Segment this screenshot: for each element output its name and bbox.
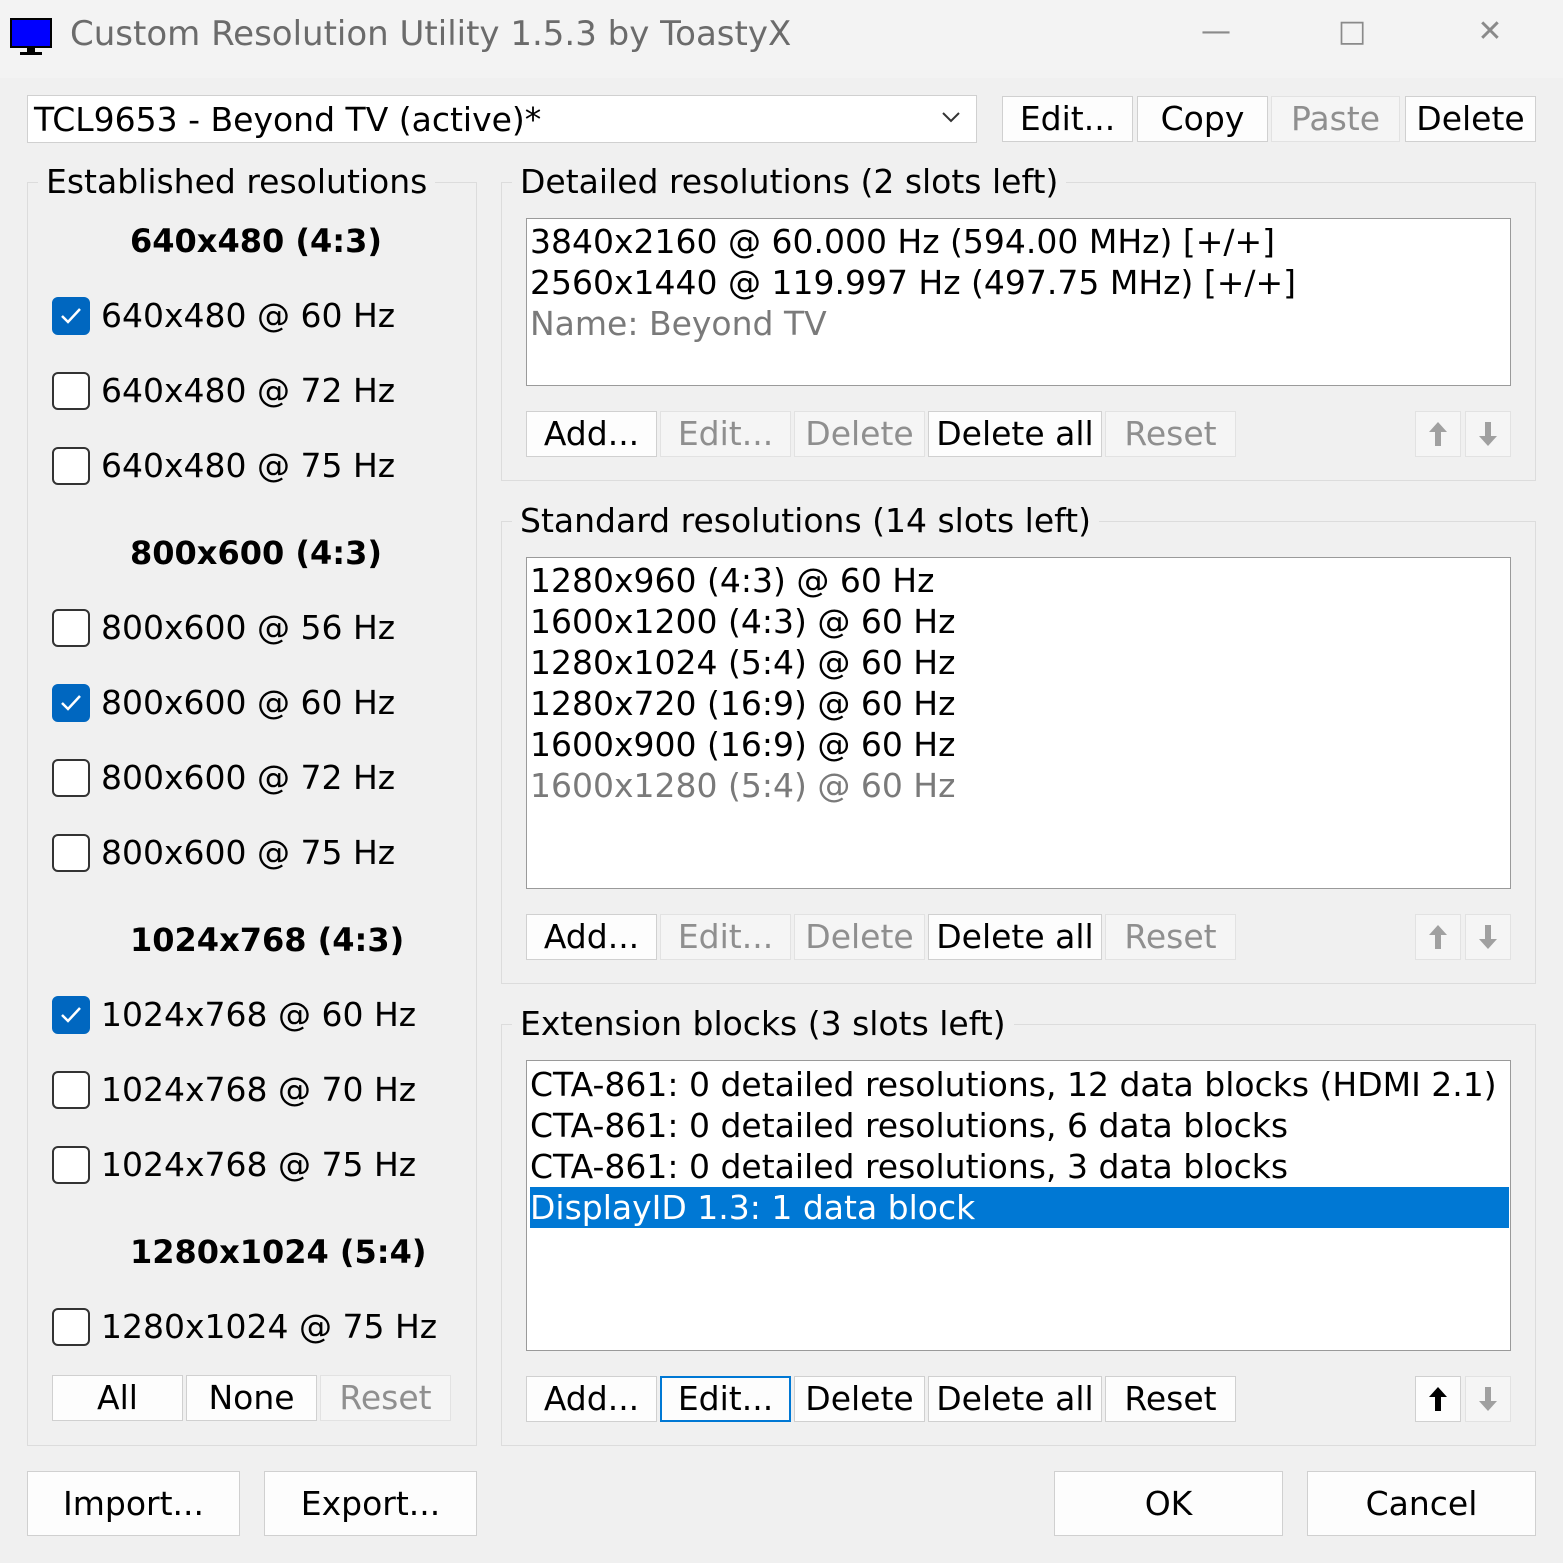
- list-item[interactable]: 2560x1440 @ 119.997 Hz (497.75 MHz) [+/+…: [530, 262, 1296, 303]
- list-item[interactable]: 1600x1280 (5:4) @ 60 Hz: [530, 765, 955, 806]
- checkbox-label: 640x480 @ 75 Hz: [101, 446, 396, 485]
- established-title: Established resolutions: [38, 162, 436, 201]
- checkbox[interactable]: [52, 1308, 90, 1346]
- checkbox-label: 800x600 @ 75 Hz: [101, 833, 396, 872]
- detailed-delete-button[interactable]: Delete: [794, 411, 925, 457]
- list-item[interactable]: 1280x960 (4:3) @ 60 Hz: [530, 560, 934, 601]
- standard-reset-button[interactable]: Reset: [1105, 914, 1236, 960]
- check-icon: [61, 695, 81, 711]
- checkbox-label: 640x480 @ 60 Hz: [101, 296, 396, 335]
- reset-established-button[interactable]: Reset: [320, 1375, 451, 1421]
- checkbox[interactable]: [52, 759, 90, 797]
- list-item[interactable]: 1600x900 (16:9) @ 60 Hz: [530, 724, 955, 765]
- detailed-list[interactable]: 3840x2160 @ 60.000 Hz (594.00 MHz) [+/+]…: [526, 218, 1511, 386]
- arrow-up-icon: [1429, 422, 1447, 446]
- list-item[interactable]: CTA-861: 0 detailed resolutions, 12 data…: [530, 1064, 1497, 1105]
- checkbox-label: 800x600 @ 72 Hz: [101, 758, 396, 797]
- detailed-delete-all-button[interactable]: Delete all: [928, 411, 1102, 457]
- monitor-icon: [10, 18, 52, 56]
- extension-add-button[interactable]: Add...: [526, 1376, 657, 1422]
- standard-edit-button[interactable]: Edit...: [660, 914, 791, 960]
- move-up-button[interactable]: [1415, 1376, 1461, 1422]
- list-item[interactable]: CTA-861: 0 detailed resolutions, 3 data …: [530, 1146, 1288, 1187]
- cancel-button[interactable]: Cancel: [1307, 1471, 1536, 1536]
- ok-button[interactable]: OK: [1054, 1471, 1283, 1536]
- move-up-button[interactable]: [1415, 411, 1461, 457]
- standard-add-button[interactable]: Add...: [526, 914, 657, 960]
- extension-delete-button[interactable]: Delete: [794, 1376, 925, 1422]
- checkbox[interactable]: [52, 609, 90, 647]
- none-button[interactable]: None: [186, 1375, 317, 1421]
- standard-delete-button[interactable]: Delete: [794, 914, 925, 960]
- checkbox[interactable]: [52, 1146, 90, 1184]
- checkbox-label: 1024x768 @ 75 Hz: [101, 1145, 417, 1184]
- title-bar: Custom Resolution Utility 1.5.3 by Toast…: [0, 0, 1563, 78]
- group-header: 1280x1024 (5:4): [130, 1233, 427, 1271]
- arrow-up-icon: [1429, 1387, 1447, 1411]
- checkbox-label: 640x480 @ 72 Hz: [101, 371, 396, 410]
- extension-reset-button[interactable]: Reset: [1105, 1376, 1236, 1422]
- list-item[interactable]: Name: Beyond TV: [530, 303, 827, 344]
- checkbox[interactable]: [52, 447, 90, 485]
- all-button[interactable]: All: [52, 1375, 183, 1421]
- paste-button[interactable]: Paste: [1271, 96, 1400, 142]
- move-down-button[interactable]: [1465, 1376, 1511, 1422]
- display-select[interactable]: TCL9653 - Beyond TV (active)*: [27, 95, 977, 143]
- extension-title: Extension blocks (3 slots left): [512, 1004, 1014, 1043]
- detailed-add-button[interactable]: Add...: [526, 411, 657, 457]
- display-select-value: TCL9653 - Beyond TV (active)*: [34, 100, 542, 139]
- move-up-button[interactable]: [1415, 914, 1461, 960]
- list-item[interactable]: 1280x1024 (5:4) @ 60 Hz: [530, 642, 955, 683]
- arrow-down-icon: [1479, 925, 1497, 949]
- list-item[interactable]: 3840x2160 @ 60.000 Hz (594.00 MHz) [+/+]: [530, 221, 1275, 262]
- standard-delete-all-button[interactable]: Delete all: [928, 914, 1102, 960]
- move-down-button[interactable]: [1465, 914, 1511, 960]
- list-item[interactable]: 1280x720 (16:9) @ 60 Hz: [530, 683, 955, 724]
- group-header: 640x480 (4:3): [130, 222, 382, 260]
- checkbox-label: 1024x768 @ 70 Hz: [101, 1070, 417, 1109]
- checkbox[interactable]: [52, 834, 90, 872]
- checkbox[interactable]: [52, 996, 90, 1034]
- check-icon: [61, 1007, 81, 1023]
- checkbox-label: 800x600 @ 60 Hz: [101, 683, 396, 722]
- checkbox[interactable]: [52, 684, 90, 722]
- minimize-button[interactable]: —: [1186, 14, 1246, 49]
- extension-list[interactable]: CTA-861: 0 detailed resolutions, 12 data…: [526, 1060, 1511, 1351]
- detailed-edit-button[interactable]: Edit...: [660, 411, 791, 457]
- check-icon: [61, 308, 81, 324]
- checkbox-label: 1024x768 @ 60 Hz: [101, 995, 417, 1034]
- checkbox[interactable]: [52, 297, 90, 335]
- arrow-down-icon: [1479, 1387, 1497, 1411]
- export-button[interactable]: Export...: [264, 1471, 477, 1536]
- maximize-button[interactable]: □: [1322, 14, 1382, 49]
- list-item-selected[interactable]: DisplayID 1.3: 1 data block: [530, 1187, 1509, 1228]
- checkbox-label: 800x600 @ 56 Hz: [101, 608, 396, 647]
- copy-button[interactable]: Copy: [1137, 96, 1268, 142]
- standard-list[interactable]: 1280x960 (4:3) @ 60 Hz 1600x1200 (4:3) @…: [526, 557, 1511, 889]
- group-header: 800x600 (4:3): [130, 534, 382, 572]
- checkbox[interactable]: [52, 372, 90, 410]
- extension-edit-button[interactable]: Edit...: [660, 1376, 791, 1422]
- arrow-down-icon: [1479, 422, 1497, 446]
- arrow-up-icon: [1429, 925, 1447, 949]
- move-down-button[interactable]: [1465, 411, 1511, 457]
- list-item[interactable]: CTA-861: 0 detailed resolutions, 6 data …: [530, 1105, 1288, 1146]
- import-button[interactable]: Import...: [27, 1471, 240, 1536]
- extension-delete-all-button[interactable]: Delete all: [928, 1376, 1102, 1422]
- list-item[interactable]: 1600x1200 (4:3) @ 60 Hz: [530, 601, 955, 642]
- detailed-title: Detailed resolutions (2 slots left): [512, 162, 1067, 201]
- checkbox-label: 1280x1024 @ 75 Hz: [101, 1307, 438, 1346]
- checkbox[interactable]: [52, 1071, 90, 1109]
- edit-display-button[interactable]: Edit...: [1002, 96, 1133, 142]
- group-header: 1024x768 (4:3): [130, 921, 405, 959]
- close-button[interactable]: ✕: [1460, 14, 1520, 49]
- standard-title: Standard resolutions (14 slots left): [512, 501, 1099, 540]
- chevron-down-icon: [942, 112, 960, 123]
- window-title: Custom Resolution Utility 1.5.3 by Toast…: [70, 14, 792, 54]
- detailed-reset-button[interactable]: Reset: [1105, 411, 1236, 457]
- delete-display-button[interactable]: Delete: [1405, 96, 1536, 142]
